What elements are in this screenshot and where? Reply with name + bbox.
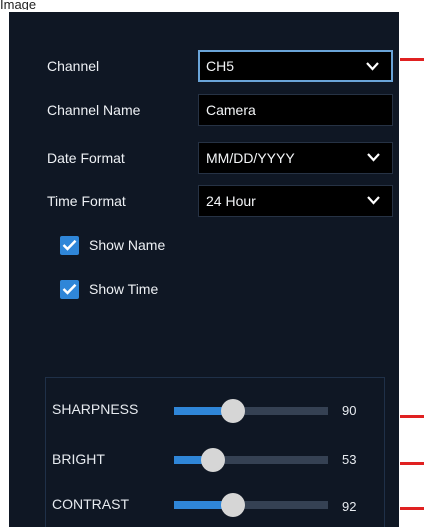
time-format-dropdown[interactable]: 24 Hour (198, 185, 393, 217)
date-format-label: Date Format (47, 150, 125, 166)
channel-name-input[interactable]: Camera (198, 94, 393, 126)
screenshot-stage: Image Channel CH5 Channel Name Camera Da… (0, 0, 424, 527)
checkmark-icon (62, 239, 77, 251)
show-time-checkbox[interactable] (60, 279, 79, 299)
cropped-top-text: Image (0, 0, 37, 10)
channel-dropdown[interactable]: CH5 (198, 50, 393, 82)
contrast-value: 92 (342, 499, 357, 514)
callout-marker (400, 462, 424, 465)
callout-marker (400, 58, 424, 61)
date-format-dropdown[interactable]: MM/DD/YYYY (198, 142, 393, 174)
chevron-down-icon (367, 153, 380, 162)
bright-slider-thumb[interactable] (200, 448, 225, 472)
show-name-checkbox[interactable] (60, 235, 79, 255)
chevron-down-icon (367, 196, 380, 205)
contrast-slider[interactable] (174, 493, 328, 517)
sharpness-label: SHARPNESS (52, 401, 139, 417)
bright-label: BRIGHT (52, 451, 105, 467)
contrast-slider-thumb[interactable] (220, 493, 245, 517)
callout-marker (400, 415, 424, 418)
sharpness-value: 90 (342, 403, 357, 418)
time-format-label: Time Format (47, 193, 126, 209)
channel-name-value: Camera (206, 102, 256, 118)
show-time-label: Show Time (89, 281, 159, 297)
channel-name-label: Channel Name (47, 102, 141, 118)
sharpness-slider-thumb[interactable] (220, 399, 245, 423)
bright-slider[interactable] (174, 448, 328, 472)
bright-value: 53 (342, 452, 357, 467)
sharpness-slider[interactable] (174, 399, 328, 423)
time-format-value: 24 Hour (206, 193, 256, 209)
show-name-option[interactable]: Show Name (60, 235, 165, 255)
show-name-label: Show Name (89, 237, 166, 253)
channel-label: Channel (47, 58, 100, 74)
date-format-value: MM/DD/YYYY (206, 150, 295, 166)
chevron-down-icon (366, 62, 379, 71)
show-time-option[interactable]: Show Time (60, 279, 158, 299)
contrast-label: CONTRAST (52, 496, 129, 512)
checkmark-icon (62, 283, 77, 295)
channel-value: CH5 (206, 58, 235, 74)
callout-marker (400, 507, 424, 510)
